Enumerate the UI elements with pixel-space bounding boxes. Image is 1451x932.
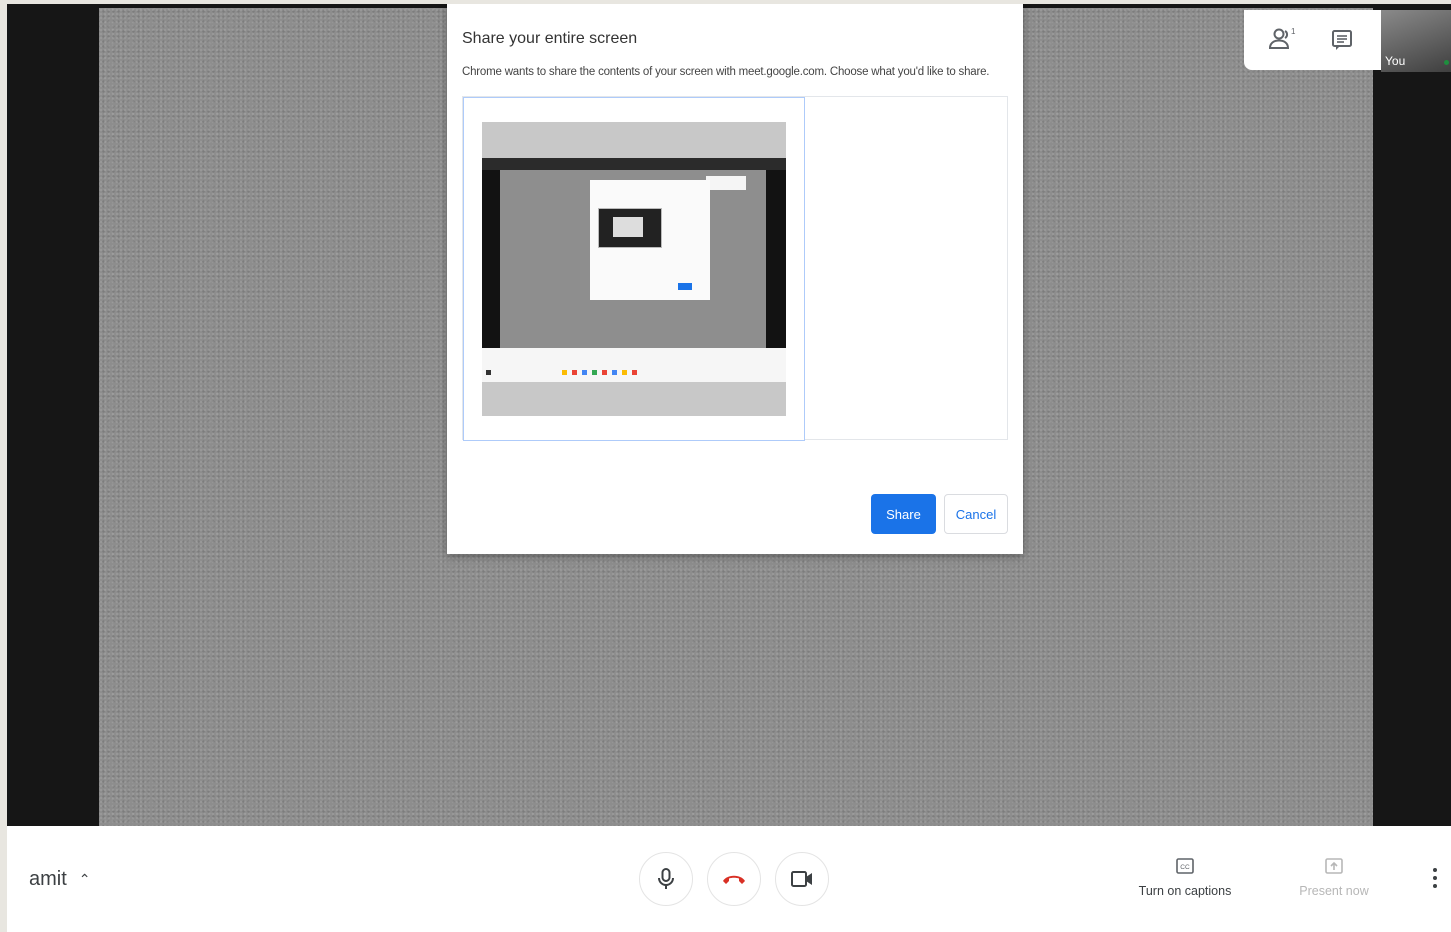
camera-button[interactable] bbox=[775, 852, 829, 906]
self-view-tile[interactable]: You bbox=[1381, 10, 1451, 72]
microphone-button[interactable] bbox=[639, 852, 693, 906]
screen-source-tile[interactable] bbox=[463, 97, 805, 441]
top-right-panel: 1 bbox=[1244, 10, 1381, 70]
people-count: 1 bbox=[1291, 27, 1296, 36]
closed-captions-icon: CC bbox=[1176, 858, 1194, 874]
camera-icon bbox=[791, 871, 812, 887]
present-now-button[interactable]: Present now bbox=[1279, 856, 1389, 898]
phone-hangup-icon bbox=[723, 875, 745, 884]
self-view-label: You bbox=[1385, 54, 1406, 68]
microphone-icon bbox=[658, 868, 674, 889]
people-icon: 1 bbox=[1269, 27, 1296, 49]
screen-source-list bbox=[462, 96, 1008, 441]
more-options-icon[interactable] bbox=[1431, 868, 1439, 888]
present-icon bbox=[1325, 858, 1343, 874]
speaking-indicator bbox=[1444, 60, 1449, 65]
meeting-name: amit bbox=[29, 868, 67, 890]
bottom-control-bar: amit ⌃ CC Turn on captions Present now bbox=[7, 826, 1451, 932]
chat-icon bbox=[1331, 30, 1352, 50]
dialog-description: Chrome wants to share the contents of yo… bbox=[462, 66, 990, 78]
chevron-up-icon: ⌃ bbox=[78, 871, 91, 887]
meet-window: 1 You Share your entire screen Chrome wa… bbox=[7, 4, 1451, 932]
captions-label: Turn on captions bbox=[1138, 884, 1232, 898]
cancel-button[interactable]: Cancel bbox=[944, 494, 1008, 534]
present-label: Present now bbox=[1299, 884, 1369, 898]
dialog-title: Share your entire screen bbox=[462, 30, 638, 47]
call-controls bbox=[639, 852, 829, 906]
hangup-button[interactable] bbox=[707, 852, 761, 906]
screen-preview-thumbnail bbox=[482, 122, 786, 416]
meeting-details-button[interactable]: amit ⌃ bbox=[29, 868, 91, 891]
captions-button[interactable]: CC Turn on captions bbox=[1130, 856, 1240, 898]
share-button[interactable]: Share bbox=[871, 494, 936, 534]
svg-text:CC: CC bbox=[1180, 864, 1190, 871]
dialog-actions: Share Cancel bbox=[871, 494, 1008, 534]
chat-button[interactable] bbox=[1322, 20, 1362, 60]
share-screen-dialog: Share your entire screen Chrome wants to… bbox=[447, 4, 1023, 554]
people-button[interactable]: 1 bbox=[1263, 20, 1303, 60]
